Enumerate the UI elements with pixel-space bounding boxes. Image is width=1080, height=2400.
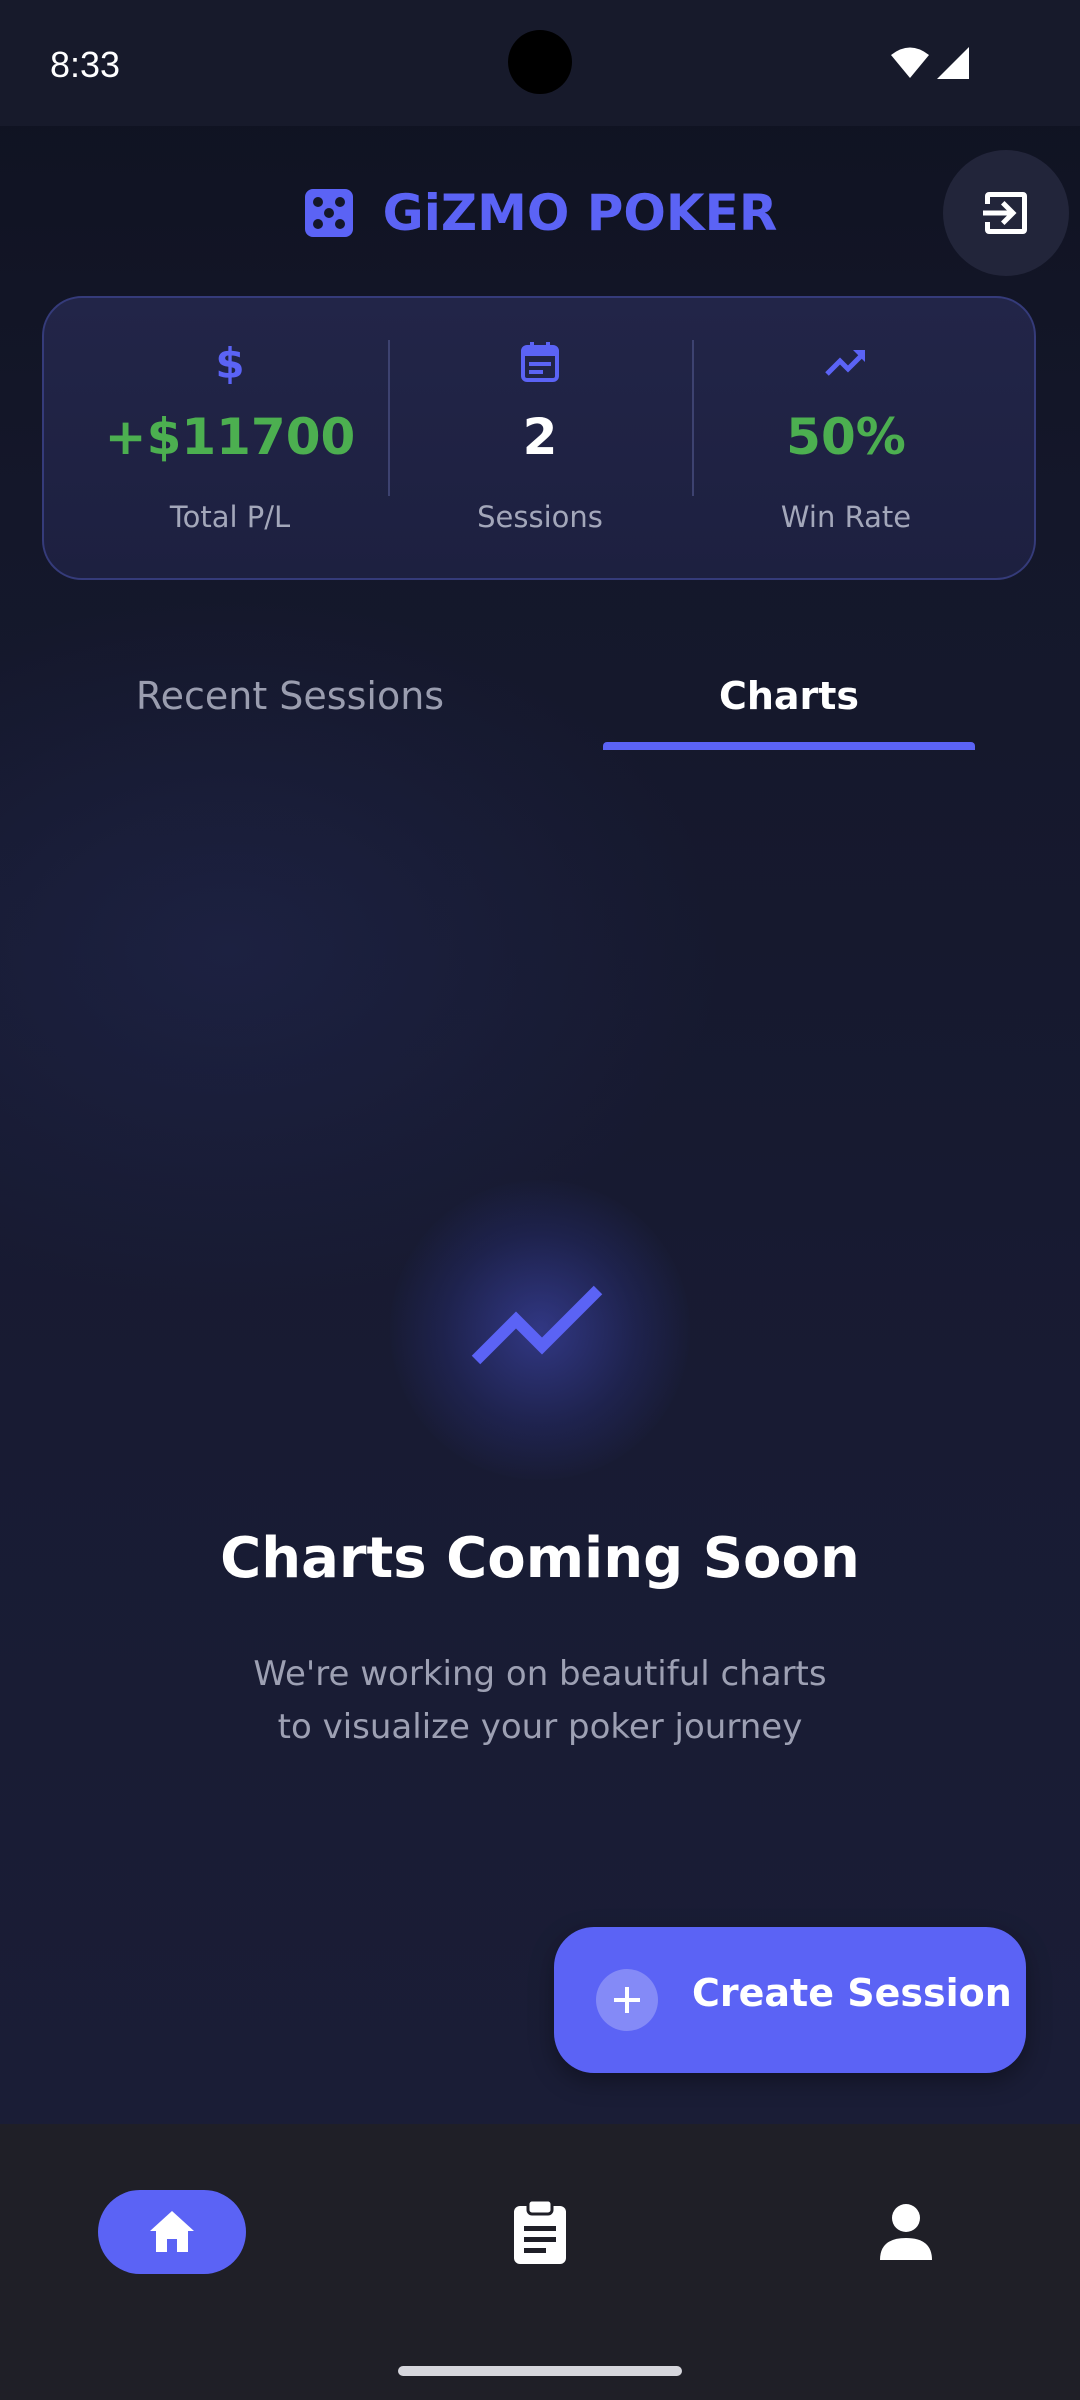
stat-label: Sessions	[477, 500, 603, 534]
app-title: GiZMO POKER	[382, 184, 778, 242]
plus-icon	[614, 1987, 640, 2013]
signal-icon	[937, 47, 969, 79]
create-session-button[interactable]: Create Session	[554, 1927, 1026, 2073]
svg-text:$: $	[215, 340, 244, 384]
camera-cutout	[508, 30, 572, 94]
person-icon[interactable]	[878, 2202, 934, 2262]
stat-divider	[692, 340, 694, 496]
stat-sessions: 2 Sessions	[390, 298, 690, 582]
bottom-nav	[0, 2124, 1080, 2400]
stat-value: 50%	[786, 408, 906, 466]
tab-recent-sessions[interactable]: Recent Sessions	[40, 640, 540, 752]
dollar-icon: $	[215, 340, 244, 384]
nav-home[interactable]	[98, 2190, 246, 2274]
stat-total-pl: $ +$11700 Total P/L	[80, 298, 380, 582]
wifi-icon	[891, 47, 929, 78]
app-screen: 8:33 GiZMO POKER $ +$11700 Total P/L 2 S…	[0, 0, 1080, 2400]
stat-label: Win Rate	[780, 500, 912, 534]
logout-icon	[983, 192, 1027, 234]
dice-icon	[304, 189, 353, 237]
app-header: GiZMO POKER	[0, 126, 1080, 296]
plus-icon-container	[596, 1969, 658, 2031]
trending-up-icon	[825, 350, 865, 376]
logout-button[interactable]	[943, 150, 1069, 276]
home-icon	[150, 2211, 194, 2252]
calendar-icon	[521, 342, 559, 382]
status-bar: 8:33	[0, 0, 1080, 126]
stat-value: 2	[522, 408, 558, 466]
brand: GiZMO POKER	[0, 178, 1080, 248]
stat-value: +$11700	[104, 408, 356, 466]
create-session-label: Create Session	[692, 1971, 1012, 2015]
tab-active-indicator	[603, 742, 975, 750]
empty-state-message: to visualize your poker journey	[277, 1707, 803, 1747]
stat-win-rate: 50% Win Rate	[696, 298, 996, 582]
tab-bar: Recent Sessions Charts	[0, 640, 1080, 752]
stats-card: $ +$11700 Total P/L 2 Sessions 50% Win R…	[42, 296, 1036, 580]
empty-state-title: Charts Coming Soon	[220, 1526, 860, 1591]
empty-state-message: We're working on beautiful charts	[253, 1654, 827, 1694]
status-time: 8:33	[50, 44, 121, 85]
stat-label: Total P/L	[169, 500, 291, 534]
tab-charts[interactable]: Charts	[603, 640, 975, 752]
clipboard-icon[interactable]	[508, 2198, 572, 2266]
trending-up-icon	[471, 1285, 603, 1365]
gesture-bar	[398, 2366, 682, 2376]
